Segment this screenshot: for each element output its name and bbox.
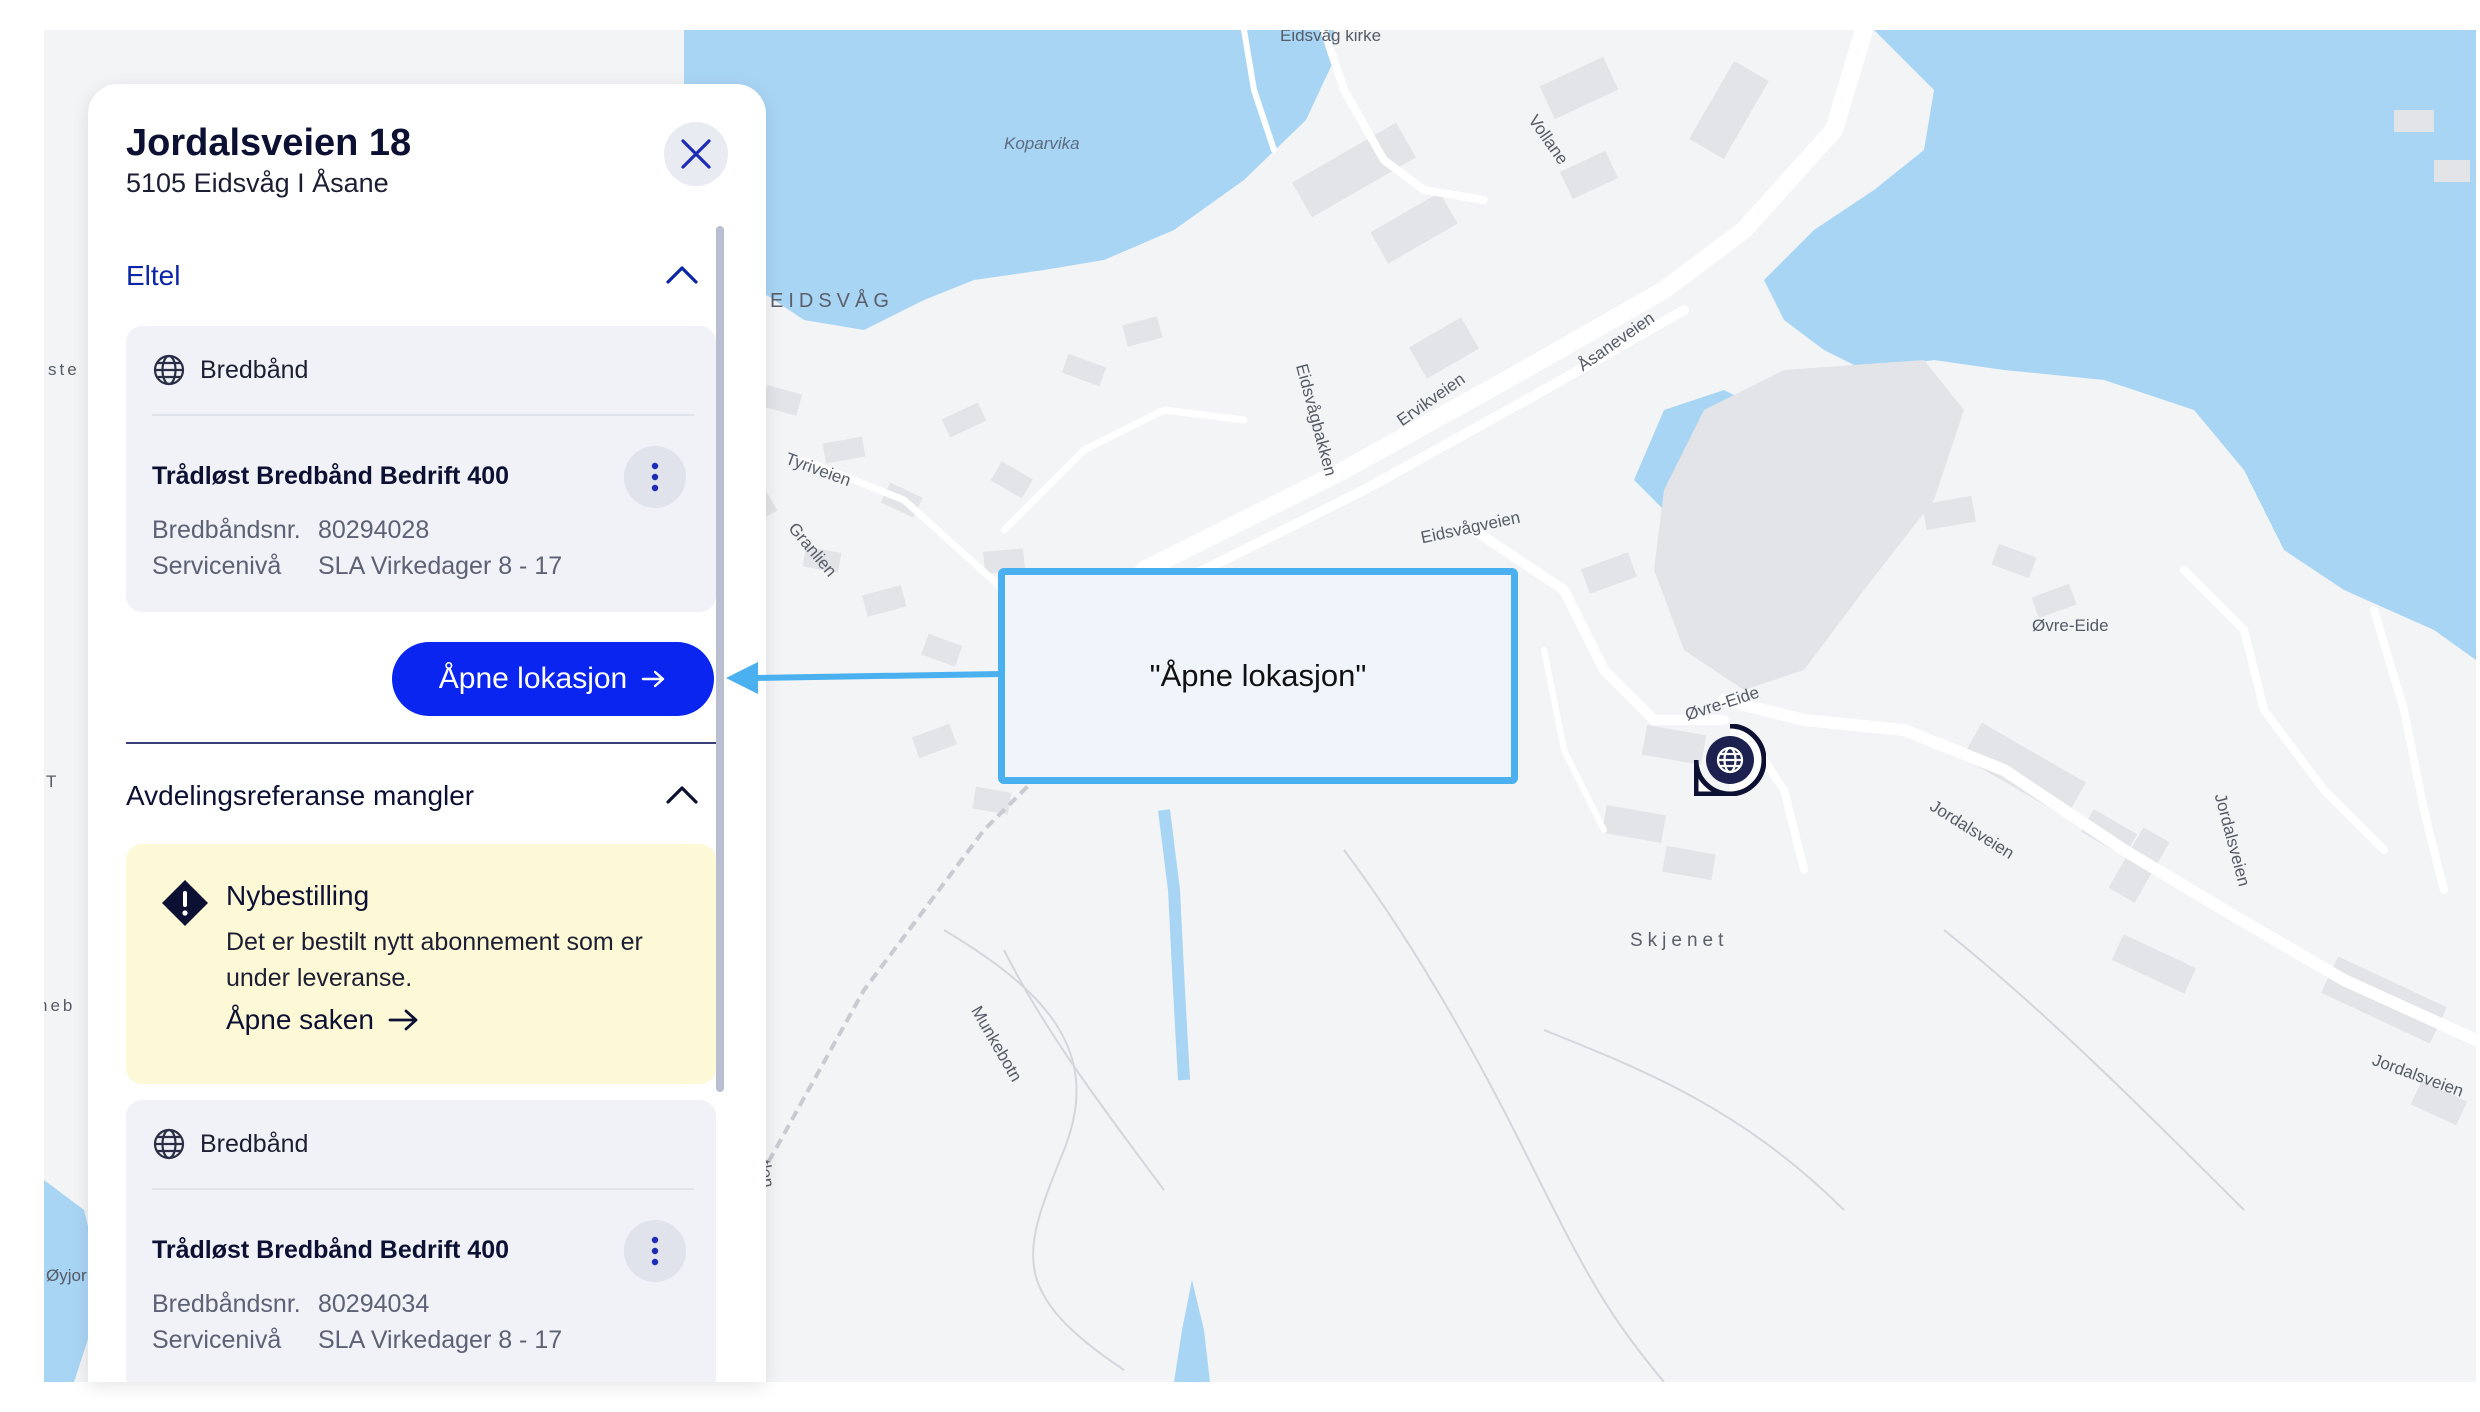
location-details-panel: Jordalsveien 18 5105 Eidsvåg I Åsane Elt… [88, 84, 766, 1382]
product-name: Trådløst Bredbånd Bedrift 400 [152, 462, 510, 490]
map-label-edge-neb: neb [44, 996, 76, 1015]
field-value: SLA Virkedager 8 - 17 [318, 1326, 563, 1354]
more-options-button[interactable] [624, 1220, 686, 1282]
callout-text: "Åpne lokasjon" [1149, 658, 1367, 693]
map-label-koparvika: Koparvika [1004, 134, 1080, 153]
subscription-card: Bredbånd Trådløst Bredbånd Bedrift 400 B… [126, 1100, 716, 1382]
section-header-missing-reference[interactable]: Avdelingsreferanse mangler [126, 774, 700, 814]
section-header-eltel[interactable]: Eltel [126, 254, 700, 294]
section-divider [126, 742, 716, 744]
map-label-eidsvag-kirke: Eidsvåg kirke [1280, 30, 1382, 45]
chevron-up-icon[interactable] [664, 260, 700, 290]
screenshot-frame: Eidsvåg kirke Koparvika EIDSVÅG Vollane … [0, 0, 2480, 1412]
open-location-label: Åpne lokasjon [438, 662, 628, 695]
open-case-link[interactable]: Åpne saken [226, 1004, 420, 1036]
arrow-right-icon [388, 1009, 418, 1031]
map-water-fjord [684, 30, 1334, 330]
globe-icon [153, 1128, 185, 1160]
subscription-card: Bredbånd Trådløst Bredbånd Bedrift 400 B… [126, 326, 716, 612]
card-divider [152, 1188, 694, 1190]
map-label-edge-t: T [46, 772, 57, 791]
service-type-label: Bredbånd [200, 355, 309, 384]
broadband-number-row: Bredbåndsnr. 80294028 [152, 516, 429, 545]
card-divider [152, 414, 694, 416]
map-water-river-bottom [1174, 1280, 1210, 1382]
broadband-number-row: Bredbåndsnr. 80294034 [152, 1290, 429, 1319]
map-label-ovre-eide: Øvre-Eide [2032, 616, 2109, 635]
alert-title: Nybestilling [226, 880, 370, 911]
open-location-button[interactable]: Åpne lokasjon [392, 642, 714, 716]
service-type-label: Bredbånd [200, 1129, 309, 1158]
section-title: Eltel [126, 260, 181, 291]
service-type-row: Bredbånd [152, 326, 308, 414]
panel-title: Jordalsveien 18 [126, 122, 412, 164]
location-marker[interactable] [1693, 723, 1767, 797]
field-value: SLA Virkedager 8 - 17 [318, 552, 563, 580]
chevron-up-icon[interactable] [664, 780, 700, 810]
field-value: 80294034 [318, 1290, 430, 1318]
map-trails [943, 849, 2245, 1382]
open-case-label: Åpne saken [226, 1004, 374, 1035]
field-key: Bredbåndsnr. [152, 1290, 301, 1318]
more-vertical-icon [651, 1236, 659, 1266]
more-vertical-icon [651, 462, 659, 492]
annotation-callout: "Åpne lokasjon" [998, 568, 1518, 784]
more-options-button[interactable] [624, 446, 686, 508]
callout-arrow [726, 662, 1002, 694]
alert-message: Det er bestilt nytt abonnement som er un… [226, 928, 643, 992]
service-level-row: Servicenivå SLA Virkedager 8 - 17 [152, 1326, 562, 1355]
panel-scrollbar[interactable] [716, 226, 724, 1092]
globe-icon [153, 354, 185, 386]
map-label-eidsvag: EIDSVÅG [770, 290, 894, 312]
section-title: Avdelingsreferanse mangler [126, 780, 475, 811]
field-value: 80294028 [318, 516, 430, 544]
close-icon [681, 139, 711, 169]
product-name: Trådløst Bredbånd Bedrift 400 [152, 1236, 510, 1264]
map-label-edge-ste: ste [48, 360, 80, 379]
map-label-skjenet: Skjenet [1630, 930, 1729, 951]
field-key: Bredbåndsnr. [152, 516, 301, 544]
warning-icon [162, 880, 208, 926]
map-label-oyjor: Øyjor [46, 1266, 87, 1285]
arrow-right-icon [642, 670, 665, 688]
field-key: Servicenivå [152, 552, 282, 580]
service-type-row: Bredbånd [152, 1100, 308, 1188]
new-order-alert: Nybestilling Det er bestilt nytt abonnem… [126, 844, 716, 1084]
field-key: Servicenivå [152, 1326, 282, 1354]
map-water-river [1158, 809, 1190, 1081]
service-level-row: Servicenivå SLA Virkedager 8 - 17 [152, 552, 562, 581]
close-button[interactable] [664, 122, 728, 186]
panel-address: 5105 Eidsvåg I Åsane [126, 168, 389, 198]
